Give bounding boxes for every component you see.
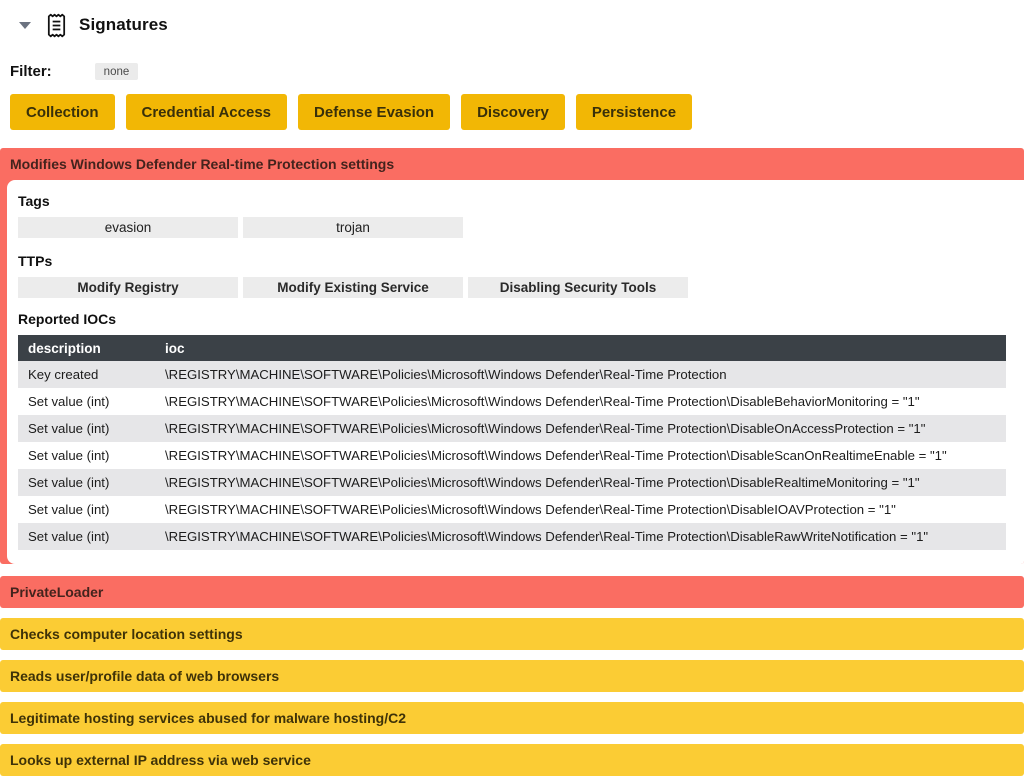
filter-value-badge: none <box>95 63 139 80</box>
signature-header[interactable]: Checks computer location settings <box>0 618 1024 650</box>
ioc-description: Set value (int) <box>18 388 155 415</box>
ioc-description: Set value (int) <box>18 415 155 442</box>
filter-button-discovery[interactable]: Discovery <box>461 94 565 130</box>
ioc-value: \REGISTRY\MACHINE\SOFTWARE\Policies\Micr… <box>155 469 1006 496</box>
column-header-description: description <box>18 335 155 361</box>
ioc-description: Set value (int) <box>18 523 155 550</box>
table-row: Set value (int) \REGISTRY\MACHINE\SOFTWA… <box>18 388 1006 415</box>
filter-button-defense-evasion[interactable]: Defense Evasion <box>298 94 450 130</box>
signature-header[interactable]: Reads user/profile data of web browsers <box>0 660 1024 692</box>
filter-row: Filter: none <box>10 63 1024 80</box>
signature-block-browser-data: Reads user/profile data of web browsers <box>0 660 1024 692</box>
filter-button-persistence[interactable]: Persistence <box>576 94 692 130</box>
reported-iocs-heading: Reported IOCs <box>18 311 1006 327</box>
filter-button-credential-access[interactable]: Credential Access <box>126 94 288 130</box>
ttp-badge[interactable]: Disabling Security Tools <box>468 277 688 298</box>
ioc-value: \REGISTRY\MACHINE\SOFTWARE\Policies\Micr… <box>155 496 1006 523</box>
table-row: Set value (int) \REGISTRY\MACHINE\SOFTWA… <box>18 415 1006 442</box>
ttps-row: Modify Registry Modify Existing Service … <box>18 277 1006 298</box>
signature-block-location-settings: Checks computer location settings <box>0 618 1024 650</box>
ioc-value: \REGISTRY\MACHINE\SOFTWARE\Policies\Micr… <box>155 523 1006 550</box>
ioc-table: description ioc Key created \REGISTRY\MA… <box>18 335 1006 550</box>
signature-header[interactable]: PrivateLoader <box>0 576 1024 608</box>
signature-header[interactable]: Looks up external IP address via web ser… <box>0 744 1024 776</box>
column-header-ioc: ioc <box>155 335 1006 361</box>
signature-block-hosting-abuse: Legitimate hosting services abused for m… <box>0 702 1024 734</box>
signature-header[interactable]: Legitimate hosting services abused for m… <box>0 702 1024 734</box>
signature-header[interactable]: Modifies Windows Defender Real-time Prot… <box>0 148 1024 180</box>
ioc-description: Set value (int) <box>18 469 155 496</box>
tags-heading: Tags <box>18 193 1006 209</box>
signatures-section-header[interactable]: Signatures <box>0 10 1024 40</box>
tag-badge[interactable]: evasion <box>18 217 238 238</box>
ioc-value: \REGISTRY\MACHINE\SOFTWARE\Policies\Micr… <box>155 388 1006 415</box>
ioc-table-header-row: description ioc <box>18 335 1006 361</box>
table-row: Set value (int) \REGISTRY\MACHINE\SOFTWA… <box>18 469 1006 496</box>
signatures-panel: Signatures Filter: none Collection Crede… <box>0 0 1024 776</box>
ttp-badge[interactable]: Modify Registry <box>18 277 238 298</box>
ioc-description: Set value (int) <box>18 442 155 469</box>
ioc-value: \REGISTRY\MACHINE\SOFTWARE\Policies\Micr… <box>155 442 1006 469</box>
ttp-badge[interactable]: Modify Existing Service <box>243 277 463 298</box>
tag-badge[interactable]: trojan <box>243 217 463 238</box>
ioc-value: \REGISTRY\MACHINE\SOFTWARE\Policies\Micr… <box>155 415 1006 442</box>
chevron-down-icon[interactable] <box>19 22 31 29</box>
ioc-description: Key created <box>18 361 155 388</box>
ttps-heading: TTPs <box>18 253 1006 269</box>
signature-block-external-ip: Looks up external IP address via web ser… <box>0 744 1024 776</box>
tags-row: evasion trojan <box>18 217 1006 238</box>
filter-label: Filter: <box>10 63 52 80</box>
filter-buttons-row: Collection Credential Access Defense Eva… <box>10 94 1024 130</box>
signature-block-privateloader: PrivateLoader <box>0 576 1024 608</box>
signature-block-defender: Modifies Windows Defender Real-time Prot… <box>0 148 1024 564</box>
table-row: Set value (int) \REGISTRY\MACHINE\SOFTWA… <box>18 442 1006 469</box>
receipt-icon <box>44 12 69 39</box>
table-row: Set value (int) \REGISTRY\MACHINE\SOFTWA… <box>18 496 1006 523</box>
signature-detail: Tags evasion trojan TTPs Modify Registry… <box>7 180 1024 564</box>
ioc-value: \REGISTRY\MACHINE\SOFTWARE\Policies\Micr… <box>155 361 1006 388</box>
ioc-description: Set value (int) <box>18 496 155 523</box>
signature-body: Tags evasion trojan TTPs Modify Registry… <box>0 180 1024 564</box>
section-title: Signatures <box>79 15 168 35</box>
table-row: Set value (int) \REGISTRY\MACHINE\SOFTWA… <box>18 523 1006 550</box>
table-row: Key created \REGISTRY\MACHINE\SOFTWARE\P… <box>18 361 1006 388</box>
filter-button-collection[interactable]: Collection <box>10 94 115 130</box>
